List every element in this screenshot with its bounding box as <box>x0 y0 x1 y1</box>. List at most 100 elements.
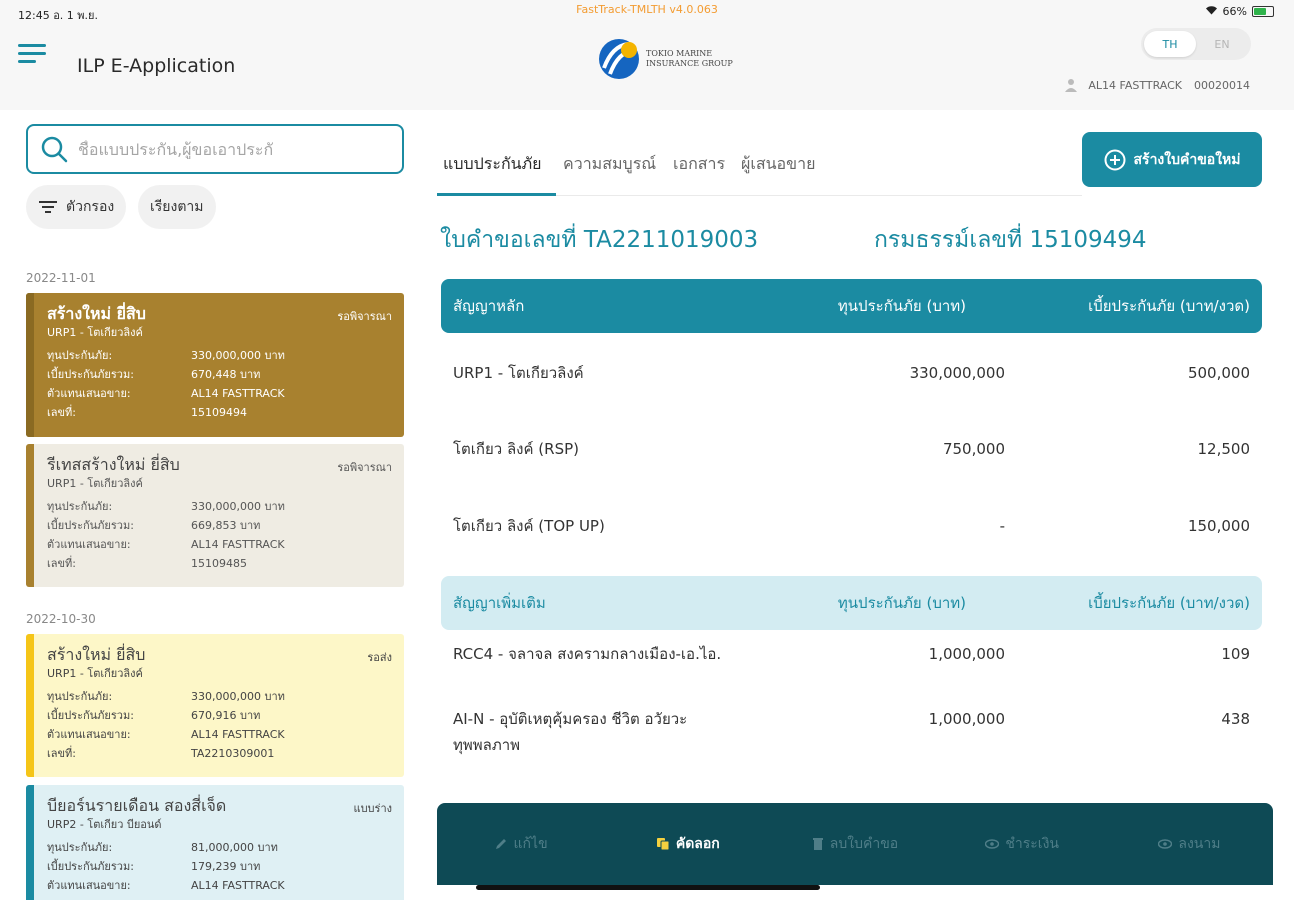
column-header: เบี้ยประกันภัย (บาท/งวด) <box>1088 297 1250 315</box>
payment-label: ชำระเงิน <box>1005 836 1059 852</box>
card-field-label: ทุนประกันภัย: <box>47 349 113 362</box>
column-header: เบี้ยประกันภัย (บาท/งวด) <box>1088 594 1250 612</box>
tab-sales-agent[interactable]: ผู้เสนอขาย <box>741 152 815 195</box>
edit-label: แก้ไข <box>513 836 548 852</box>
sum-insured: 1,000,000 <box>928 710 1005 728</box>
card-field-value: 669,853 บาท <box>191 519 261 532</box>
card-field-value: AL14 FASTTRACK <box>191 538 285 551</box>
card-field-label: เลขที่: <box>47 557 76 570</box>
plan-name: โตเกียว ลิงค์ (RSP) <box>453 440 579 458</box>
sum-insured: 750,000 <box>942 440 1005 458</box>
card-field-value: 81,000,000 บาท <box>191 841 278 854</box>
application-card[interactable]: รอพิจารณา รีเทสสร้างใหม่ ยี่สิบ URP1 - โ… <box>26 444 404 587</box>
application-number: ใบคำขอเลขที่ TA2211019003 <box>440 227 759 253</box>
plan-name: URP1 - โตเกียวลิงค์ <box>453 364 584 382</box>
filter-icon <box>39 201 57 213</box>
card-field-value: 670,448 บาท <box>191 368 261 381</box>
language-toggle[interactable]: TH EN <box>1141 28 1251 60</box>
card-field-value: 330,000,000 บาท <box>191 690 285 703</box>
copy-button[interactable]: คัดลอก <box>604 833 771 855</box>
action-bar: แก้ไข คัดลอก ลบใบคำขอ ชำระเงิน ลงนาม <box>437 803 1273 885</box>
premium: 109 <box>1221 645 1250 663</box>
main-contract-header: สัญญาหลัก ทุนประกันภัย (บาท) เบี้ยประกัน… <box>441 279 1262 333</box>
battery-percent: 66% <box>1222 5 1247 18</box>
column-header: ทุนประกันภัย (บาท) <box>837 594 966 612</box>
policy-number: กรมธรรม์เลขที่ 15109494 <box>874 227 1147 253</box>
card-field-label: ทุนประกันภัย: <box>47 690 113 703</box>
card-status: รอส่ง <box>367 651 392 664</box>
card-field-label: เบี้ยประกันภัยรวม: <box>47 709 134 722</box>
sign-button[interactable]: ลงนาม <box>1106 833 1273 855</box>
search-field[interactable] <box>26 124 404 174</box>
sort-label: เรียงตาม <box>150 199 204 215</box>
wifi-icon <box>1205 5 1218 18</box>
table-row: โตเกียว ลิงค์ (RSP) 750,000 12,500 <box>441 436 1262 462</box>
table-row: AI-N - อุบัติเหตุคุ้มครอง ชีวิต อวัยวะ ท… <box>441 706 1262 758</box>
card-field-label: เบี้ยประกันภัยรวม: <box>47 860 134 873</box>
application-card[interactable]: แบบร่าง บียอร์นรายเดือน สองสี่เจ็ด URP2 … <box>26 785 404 900</box>
card-field-value: TA2210309001 <box>191 747 275 760</box>
app-version: FastTrack-TMLTH v4.0.063 <box>576 3 718 16</box>
table-row: RCC4 - จลาจล สงครามกลางเมือง-เอ.ไอ. 1,00… <box>441 641 1262 667</box>
hamburger-menu-icon[interactable] <box>18 42 46 66</box>
card-status: แบบร่าง <box>353 802 392 815</box>
home-indicator[interactable] <box>476 885 820 890</box>
rider-contract-header: สัญญาเพิ่มเติม ทุนประกันภัย (บาท) เบี้ยป… <box>441 576 1262 630</box>
card-field-value: 179,239 บาท <box>191 860 261 873</box>
logo-line1: TOKIO MARINE <box>646 49 713 58</box>
table-row: โตเกียว ลิงค์ (TOP UP) - 150,000 <box>441 513 1262 539</box>
tab-insurance-plan[interactable]: แบบประกันภัย <box>443 152 542 195</box>
application-card[interactable]: รอพิจารณา สร้างใหม่ ยี่สิบ URP1 - โตเกีย… <box>26 293 404 437</box>
card-field-label: ตัวแทนเสนอขาย: <box>47 387 131 400</box>
card-status: รอพิจารณา <box>337 310 392 323</box>
card-field-label: เลขที่: <box>47 747 76 760</box>
lang-en-button[interactable]: EN <box>1196 31 1248 57</box>
card-subtitle: URP1 - โตเกียวลิงค์ <box>47 477 143 490</box>
delete-application-button[interactable]: ลบใบคำขอ <box>771 833 938 855</box>
column-header: สัญญาเพิ่มเติม <box>453 594 546 612</box>
tokio-marine-logo-icon <box>599 39 639 79</box>
eye-icon <box>1158 839 1173 849</box>
sort-button[interactable]: เรียงตาม <box>138 185 216 229</box>
column-header: ทุนประกันภัย (บาท) <box>837 297 966 315</box>
tab-label: แบบประกันภัย <box>443 154 542 173</box>
table-row: URP1 - โตเกียวลิงค์ 330,000,000 500,000 <box>441 360 1262 386</box>
eye-icon <box>985 839 1000 849</box>
plan-name: โตเกียว ลิงค์ (TOP UP) <box>453 517 605 535</box>
date-group-label: 2022-11-01 <box>26 271 96 285</box>
battery-icon <box>1252 6 1274 17</box>
card-field-label: ทุนประกันภัย: <box>47 500 113 513</box>
rider-name: AI-N - อุบัติเหตุคุ้มครอง ชีวิต อวัยวะ ท… <box>453 710 688 754</box>
payment-button[interactable]: ชำระเงิน <box>939 833 1106 855</box>
card-field-value: 670,916 บาท <box>191 709 261 722</box>
trash-icon <box>812 838 823 850</box>
card-subtitle: URP1 - โตเกียวลิงค์ <box>47 326 143 339</box>
sum-insured: - <box>999 517 1005 535</box>
date-group-label: 2022-10-30 <box>26 612 96 626</box>
card-field-value: 15109494 <box>191 406 247 419</box>
user-icon <box>1065 79 1078 92</box>
filter-button[interactable]: ตัวกรอง <box>26 185 127 229</box>
card-field-value: AL14 FASTTRACK <box>191 387 285 400</box>
card-field-label: ตัวแทนเสนอขาย: <box>47 879 131 892</box>
tab-completeness[interactable]: ความสมบูรณ์ <box>563 152 656 195</box>
search-input[interactable] <box>78 139 378 159</box>
card-field-label: เลขที่: <box>47 406 76 419</box>
application-card[interactable]: รอส่ง สร้างใหม่ ยี่สิบ URP1 - โตเกียวลิง… <box>26 634 404 777</box>
detail-tabs: แบบประกันภัย ความสมบูรณ์ เอกสาร ผู้เสนอข… <box>437 140 1082 196</box>
premium: 150,000 <box>1187 517 1250 535</box>
company-logo: TOKIO MARINE INSURANCE GROUP <box>598 38 733 80</box>
create-new-label: สร้างใบคำขอใหม่ <box>1133 151 1241 168</box>
create-new-application-button[interactable]: สร้างใบคำขอใหม่ <box>1082 132 1262 187</box>
sign-label: ลงนาม <box>1178 836 1221 852</box>
card-field-label: ตัวแทนเสนอขาย: <box>47 728 131 741</box>
copy-label: คัดลอก <box>675 836 720 852</box>
card-field-label: ทุนประกันภัย: <box>47 841 113 854</box>
card-subtitle: URP1 - โตเกียวลิงค์ <box>47 667 143 680</box>
edit-button[interactable]: แก้ไข <box>437 833 604 855</box>
app-header: 12:45 อ. 1 พ.ย. FastTrack-TMLTH v4.0.063… <box>0 0 1294 110</box>
lang-th-button[interactable]: TH <box>1144 31 1196 57</box>
search-icon <box>41 136 68 163</box>
filter-label: ตัวกรอง <box>66 199 115 215</box>
tab-documents[interactable]: เอกสาร <box>673 152 725 195</box>
